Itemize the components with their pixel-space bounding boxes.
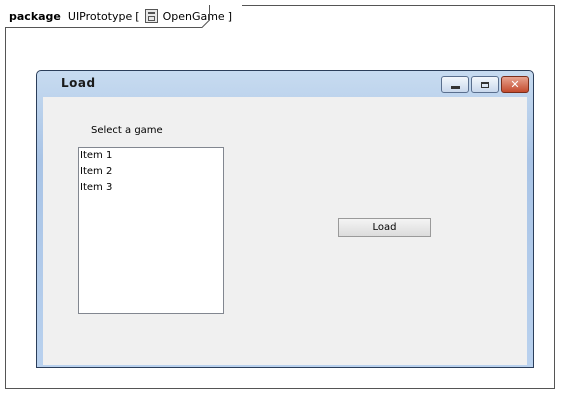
select-game-label: Select a game bbox=[91, 125, 163, 136]
load-button[interactable]: Load bbox=[338, 218, 431, 237]
list-item[interactable]: Item 1 bbox=[79, 148, 223, 164]
load-window: Load ✕ Select a game Item 1 Item 2 Item … bbox=[36, 70, 534, 368]
maximize-icon bbox=[481, 81, 489, 88]
window-title: Load bbox=[61, 76, 96, 90]
package-name: UIPrototype bbox=[67, 9, 133, 23]
minimize-icon bbox=[450, 85, 460, 89]
bracket-close: ] bbox=[227, 9, 232, 23]
diagram-icon bbox=[144, 9, 158, 23]
list-item[interactable]: Item 3 bbox=[79, 180, 223, 196]
diagram-name: OpenGame bbox=[162, 9, 225, 23]
package-keyword: package bbox=[9, 9, 61, 23]
minimize-button[interactable] bbox=[441, 76, 469, 93]
close-button[interactable]: ✕ bbox=[501, 76, 529, 93]
maximize-button[interactable] bbox=[471, 76, 499, 93]
close-icon: ✕ bbox=[510, 78, 520, 91]
bracket-open: [ bbox=[135, 9, 140, 23]
window-client-area: Select a game Item 1 Item 2 Item 3 Load bbox=[43, 97, 527, 365]
title-bar[interactable]: Load ✕ bbox=[37, 71, 533, 97]
game-listbox[interactable]: Item 1 Item 2 Item 3 bbox=[78, 147, 224, 314]
list-item[interactable]: Item 2 bbox=[79, 164, 223, 180]
package-header: package UIPrototype [ OpenGame ] bbox=[5, 5, 242, 27]
